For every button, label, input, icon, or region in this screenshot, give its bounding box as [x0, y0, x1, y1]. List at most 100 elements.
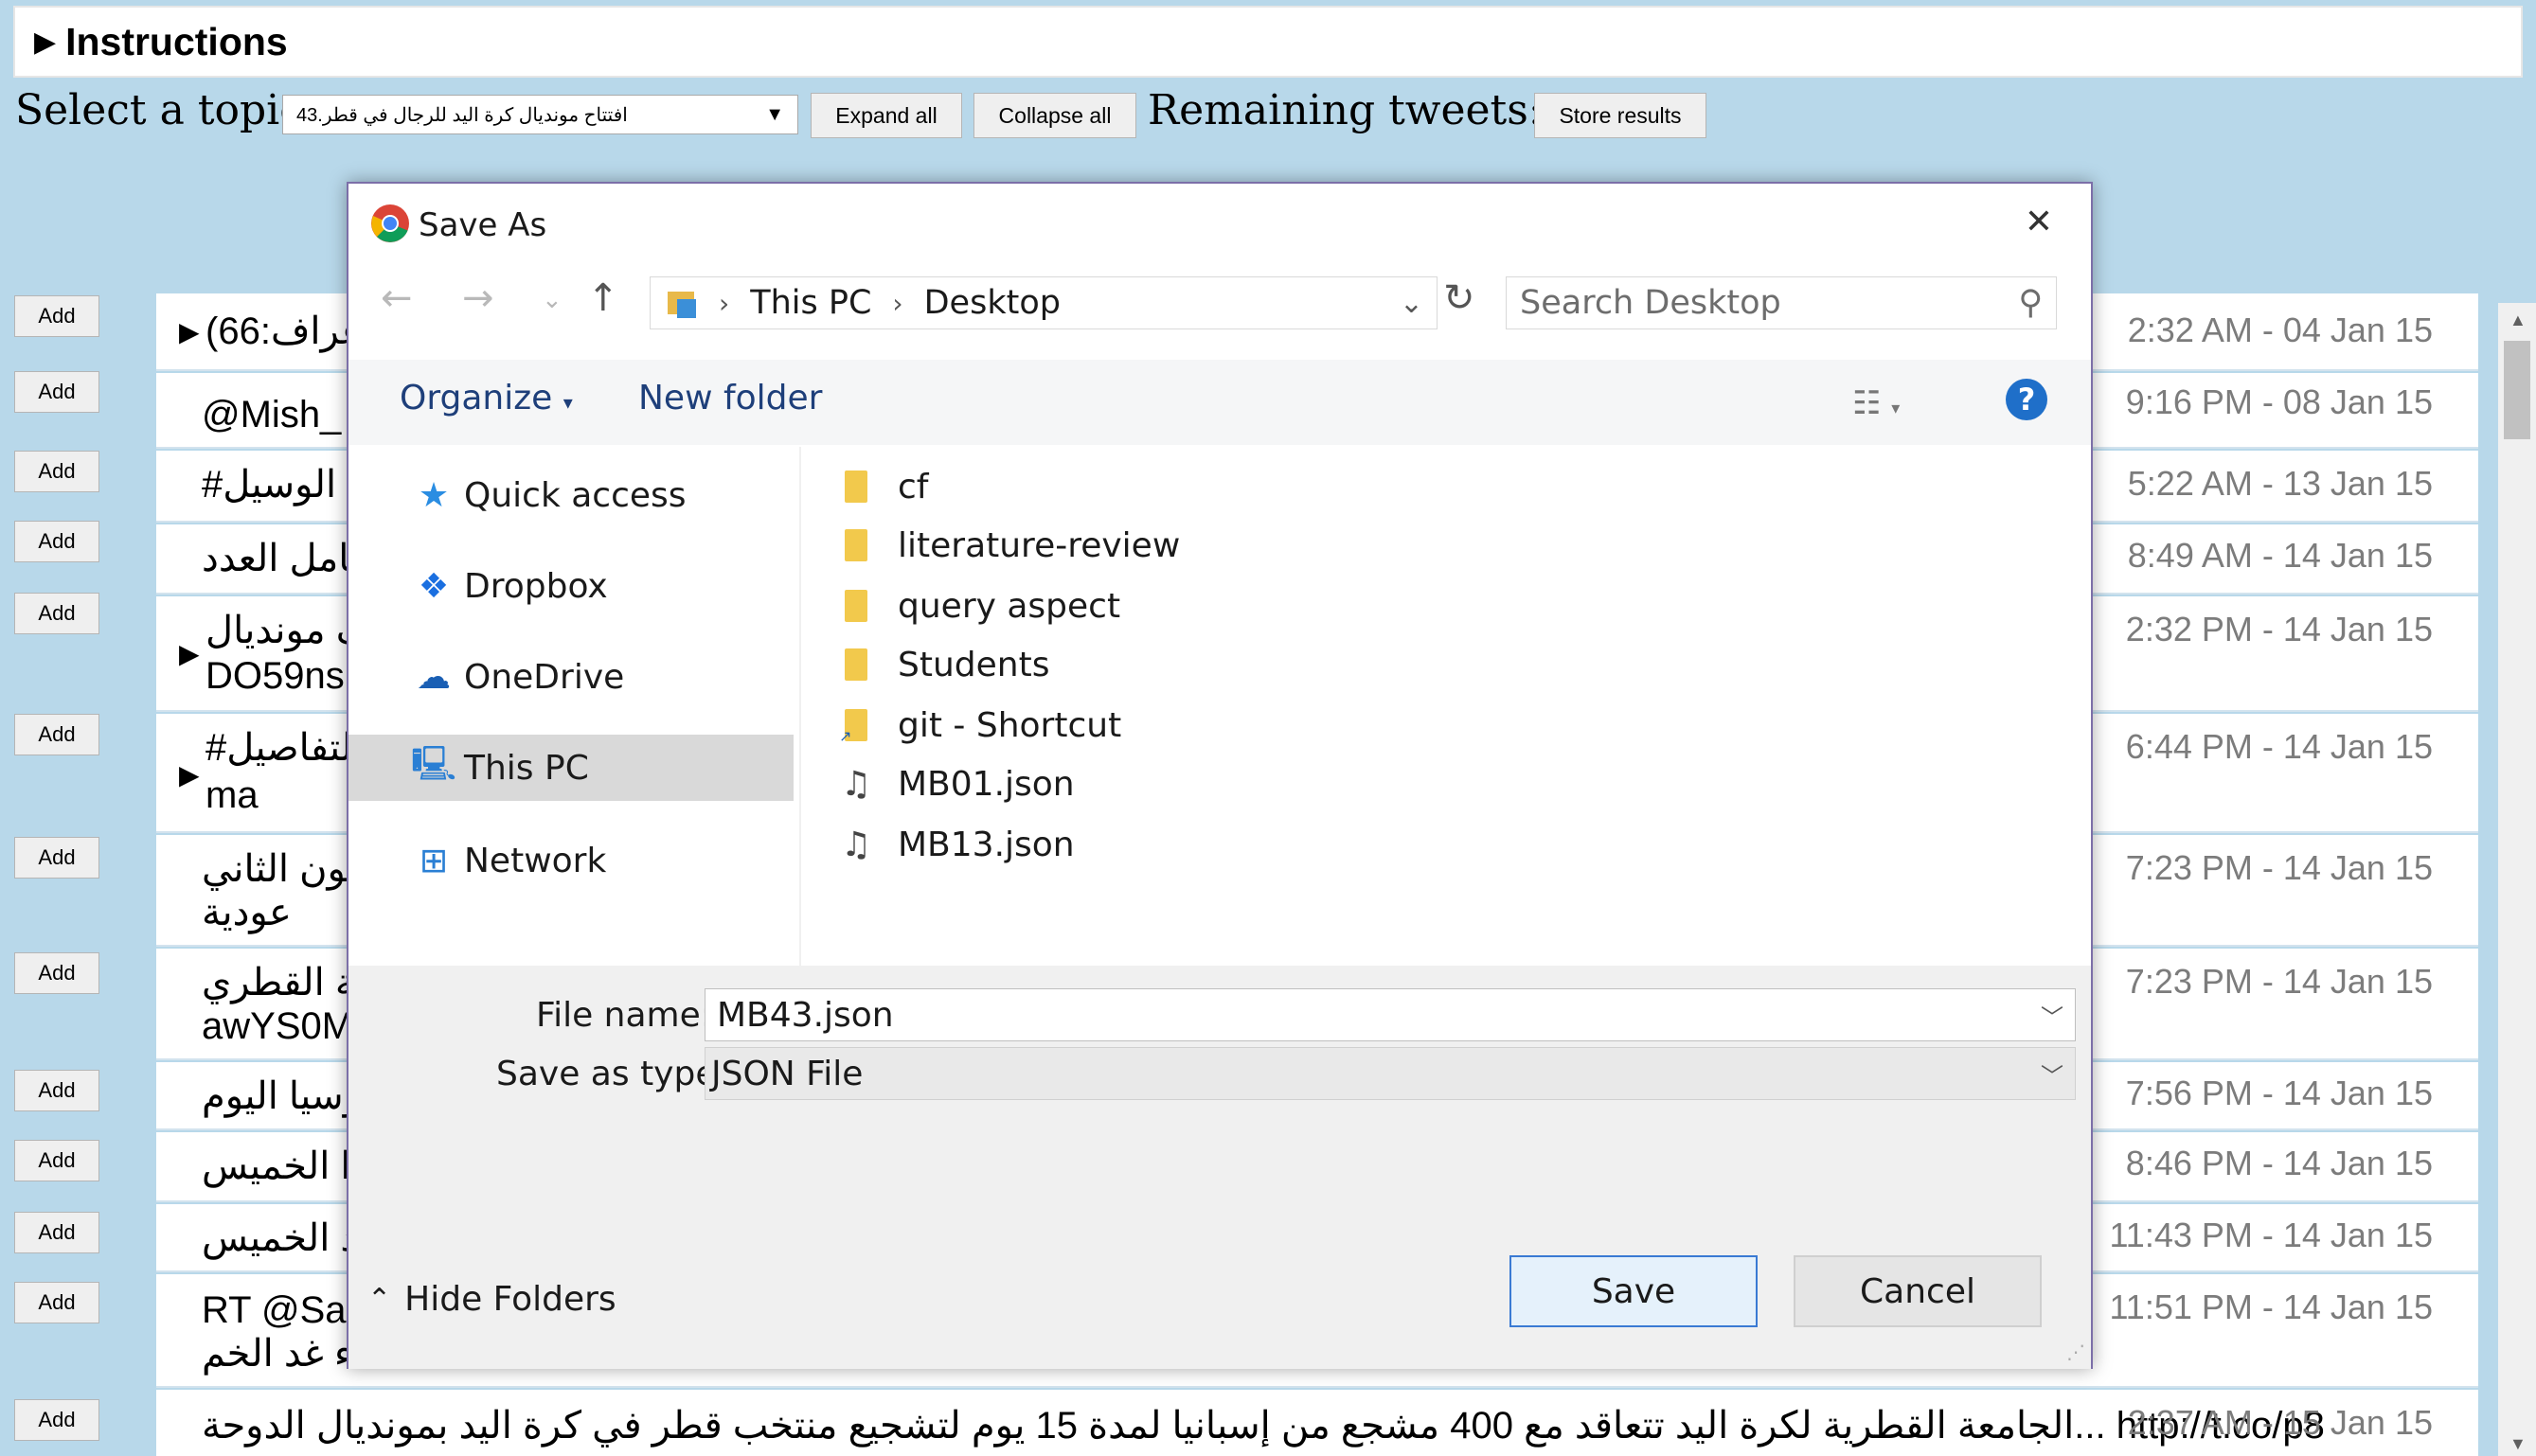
onedrive-icon: ☁	[417, 657, 451, 697]
nav-item-onedrive[interactable]: ☁ OneDrive	[348, 644, 794, 710]
add-button[interactable]: Add	[14, 837, 99, 879]
new-folder-button[interactable]: New folder	[638, 379, 822, 417]
up-arrow-icon[interactable]: ↑	[587, 276, 619, 320]
nav-item-label: OneDrive	[464, 657, 625, 697]
tweet-text-line2: ma	[205, 774, 259, 816]
chevron-up-icon: ⌃	[367, 1283, 392, 1316]
file-item[interactable]: cf	[839, 458, 928, 515]
json-file-icon: ♫	[840, 825, 872, 864]
chevron-down-icon[interactable]: ﹀	[2041, 999, 2063, 1032]
tweet-text: (66:عراف	[205, 311, 365, 352]
file-name: query aspect	[898, 586, 1121, 626]
file-name-input[interactable]: MB43.json ﹀	[705, 988, 2076, 1041]
chevron-right-icon[interactable]: ›	[892, 288, 902, 319]
chevron-down-icon[interactable]: ⌄	[1400, 287, 1423, 320]
add-button[interactable]: Add	[14, 1282, 99, 1323]
dialog-titlebar[interactable]: Save As ✕	[348, 184, 2091, 261]
tweet-time: 7:23 PM - 14 Jan 15	[2125, 848, 2433, 887]
network-icon: ⊞	[419, 841, 449, 880]
tweet-time: 7:23 PM - 14 Jan 15	[2125, 962, 2433, 1001]
chevron-right-icon[interactable]: ›	[719, 288, 729, 319]
add-button[interactable]: Add	[14, 371, 99, 413]
resize-grip-icon[interactable]: ⋰	[2066, 1341, 2085, 1363]
add-button[interactable]: Add	[14, 1399, 99, 1441]
tweet-time: 8:46 PM - 14 Jan 15	[2125, 1144, 2433, 1182]
hide-folders-toggle[interactable]: ⌃ Hide Folders	[367, 1280, 616, 1319]
instructions-label: Instructions	[65, 19, 288, 63]
file-name: Students	[898, 645, 1050, 684]
cancel-button[interactable]: Cancel	[1794, 1255, 2042, 1327]
file-item[interactable]: ♫ MB13.json	[839, 816, 1075, 873]
add-button[interactable]: Add	[14, 952, 99, 994]
forward-arrow-icon[interactable]: →	[462, 276, 494, 320]
add-button[interactable]: Add	[14, 295, 99, 337]
select-topic-label: Select a topic:	[15, 85, 317, 134]
instructions-toggle[interactable]: ▶ Instructions	[13, 6, 2523, 78]
folder-icon	[839, 470, 873, 504]
nav-item-quick-access[interactable]: ★ Quick access	[348, 462, 794, 528]
tweet-row[interactable]: الجامعة القطرية لكرة اليد تتعاقد مع 400 …	[156, 1390, 2478, 1456]
dropdown-arrow-icon: ▼	[765, 103, 784, 125]
address-bar[interactable]: › This PC › Desktop ⌄	[650, 276, 1438, 329]
nav-item-dropbox[interactable]: ❖ Dropbox	[348, 553, 794, 619]
add-button[interactable]: Add	[14, 714, 99, 755]
folder-icon	[839, 648, 873, 682]
desktop-folder-icon	[668, 292, 696, 318]
close-icon[interactable]: ✕	[2025, 203, 2053, 241]
refresh-icon[interactable]: ↻	[1443, 276, 1475, 320]
tweet-time: 8:49 AM - 14 Jan 15	[2127, 536, 2433, 575]
scroll-down-icon[interactable]: ▼	[2509, 1434, 2527, 1454]
file-item[interactable]: ♫ MB01.json	[839, 755, 1075, 812]
breadcrumb-desktop[interactable]: Desktop	[924, 284, 1061, 322]
tweet-text: الجامعة القطرية لكرة اليد تتعاقد مع 400 …	[202, 1405, 2325, 1447]
chevron-down-icon[interactable]: ﹀	[2041, 1057, 2063, 1091]
back-arrow-icon[interactable]: ←	[381, 276, 413, 320]
expand-triangle-icon[interactable]: ▶	[179, 638, 200, 669]
nav-item-this-pc[interactable]: 🖳 This PC	[348, 735, 794, 801]
tweet-text: RT @Sa	[202, 1289, 347, 1331]
add-button[interactable]: Add	[14, 1212, 99, 1253]
collapse-all-button[interactable]: Collapse all	[973, 93, 1136, 138]
topic-select[interactable]: 43.افتتاح مونديال كرة اليد للرجال في قطر…	[282, 95, 798, 134]
organize-menu[interactable]: Organize ▾	[400, 379, 573, 417]
add-button[interactable]: Add	[14, 521, 99, 562]
file-name-label: File name:	[536, 996, 712, 1035]
search-placeholder: Search Desktop	[1520, 284, 1781, 322]
scroll-thumb[interactable]	[2504, 341, 2530, 439]
scroll-up-icon[interactable]: ▲	[2509, 311, 2527, 330]
add-button[interactable]: Add	[14, 593, 99, 634]
breadcrumb-this-pc[interactable]: This PC	[750, 284, 871, 322]
search-input[interactable]: Search Desktop ⚲	[1506, 276, 2057, 329]
expand-triangle-icon[interactable]: ▶	[179, 759, 200, 790]
save-button[interactable]: Save	[1509, 1255, 1758, 1327]
save-as-type-select[interactable]: JSON File ﹀	[705, 1047, 2076, 1100]
tweet-time: 9:16 PM - 08 Jan 15	[2125, 382, 2433, 421]
navigation-pane: ★ Quick access ❖ Dropbox ☁ OneDrive 🖳 Th…	[348, 447, 801, 966]
add-button[interactable]: Add	[14, 1140, 99, 1181]
tweet-text-line2: awYS0M	[202, 1005, 354, 1047]
file-item[interactable]: literature-review	[839, 517, 1180, 574]
dropdown-arrow-icon: ▾	[563, 391, 573, 414]
nav-item-network[interactable]: ⊞ Network	[348, 827, 794, 894]
add-button[interactable]: Add	[14, 451, 99, 492]
nav-item-label: Quick access	[464, 475, 687, 515]
recent-locations-icon[interactable]: ⌄	[542, 286, 563, 314]
save-as-type-value: JSON File	[711, 1054, 864, 1093]
file-name: MB01.json	[898, 764, 1075, 804]
help-icon[interactable]: ?	[2006, 379, 2047, 420]
view-options-icon[interactable]: ☷ ▾	[1852, 384, 1900, 422]
tweet-time: 2:32 AM - 04 Jan 15	[2127, 311, 2433, 349]
add-button[interactable]: Add	[14, 1070, 99, 1111]
expand-all-button[interactable]: Expand all	[811, 93, 962, 138]
tweet-text: كامل العدد	[202, 538, 368, 579]
file-item[interactable]: Students	[839, 636, 1049, 693]
hide-folders-label: Hide Folders	[404, 1280, 616, 1319]
file-item[interactable]: ↗ git - Shortcut	[839, 697, 1121, 754]
expand-triangle-icon[interactable]: ▶	[179, 316, 200, 347]
page-scrollbar[interactable]: ▲ ▼	[2498, 303, 2536, 1456]
file-item[interactable]: query aspect	[839, 577, 1120, 634]
search-icon[interactable]: ⚲	[2018, 284, 2043, 322]
expand-triangle-icon: ▶	[34, 26, 57, 58]
store-results-button[interactable]: Store results	[1534, 93, 1706, 138]
tweet-time: 7:56 PM - 14 Jan 15	[2125, 1074, 2433, 1112]
